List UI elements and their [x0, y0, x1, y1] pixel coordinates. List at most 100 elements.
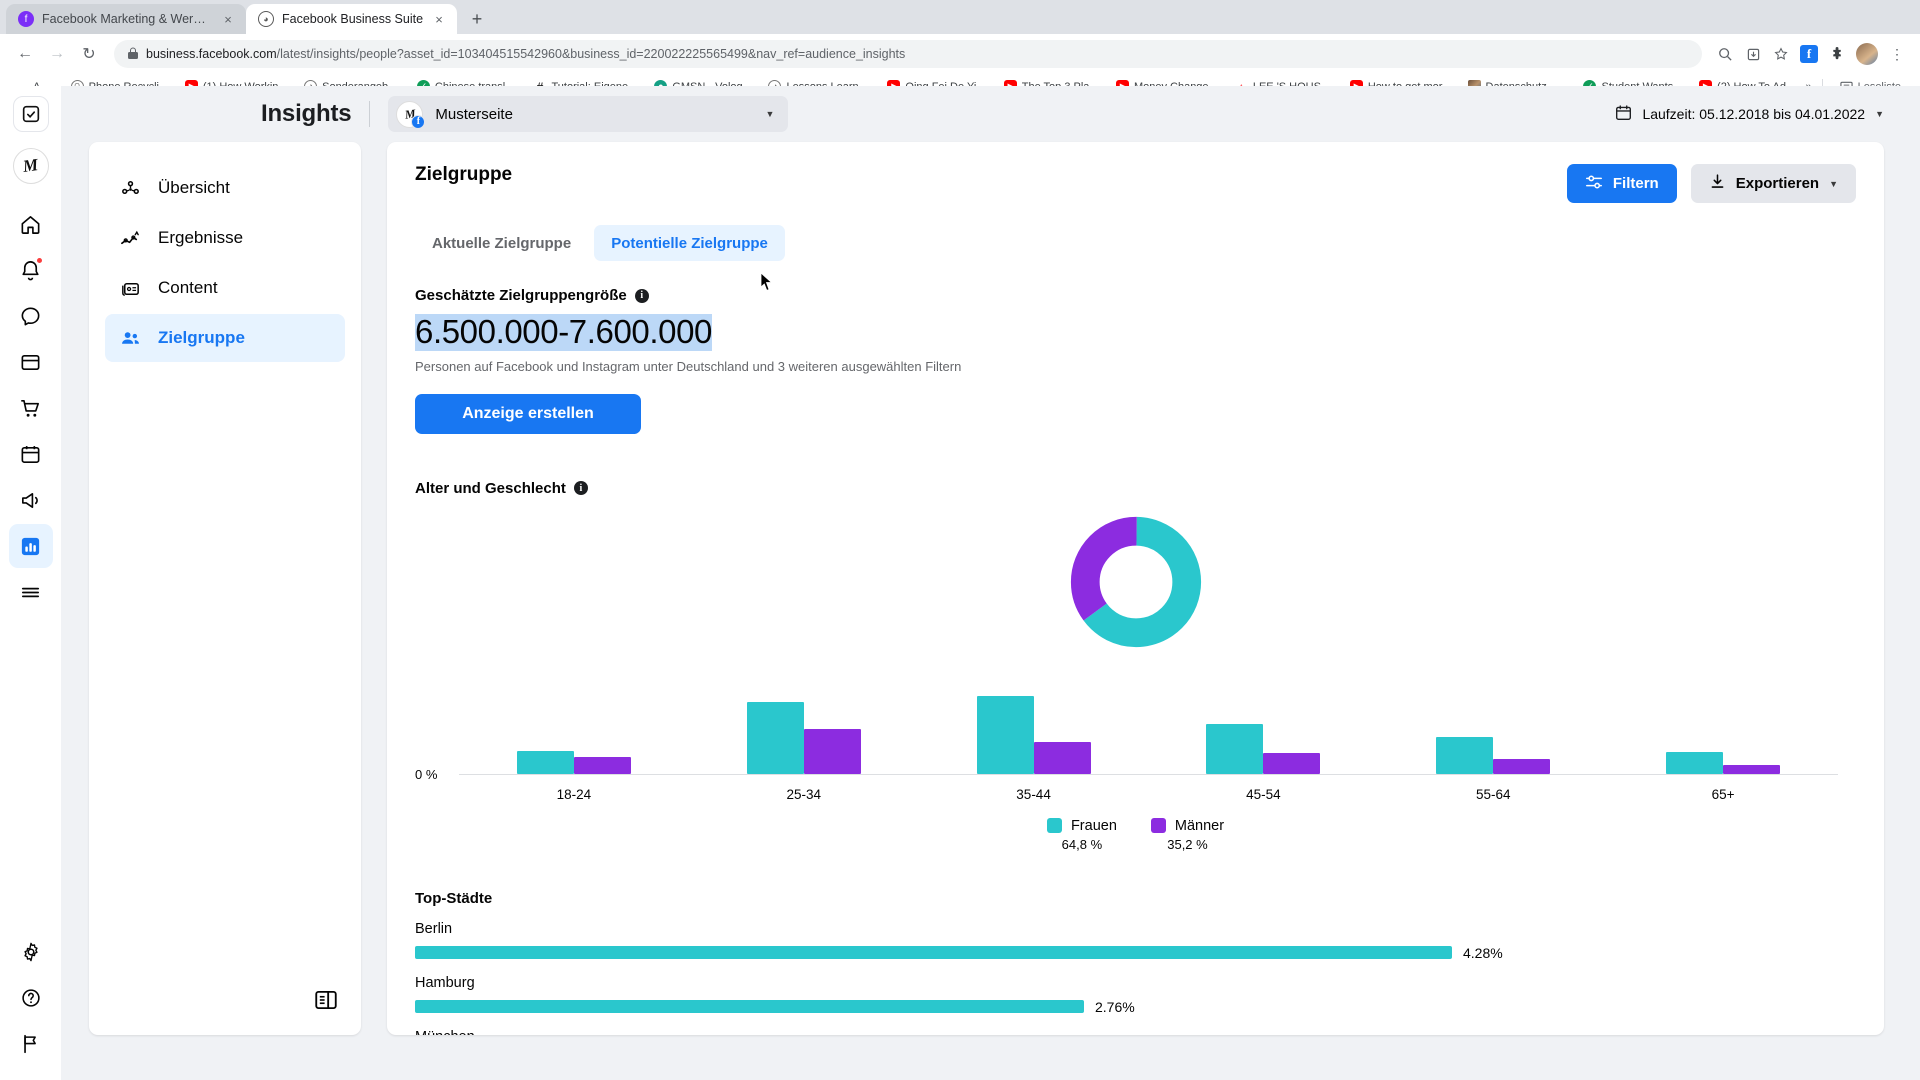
legend-swatch-frauen [1046, 818, 1062, 834]
content-column: Insights M f Musterseite ▼ Laufzeit: 05.… [61, 86, 1920, 1080]
browser-tab-1[interactable]: f Facebook Marketing & Werbea × [6, 4, 246, 34]
top-cities-section: Top-Städte Berlin 4.28% Hamburg 2.76% [415, 890, 1856, 1035]
legend-item-maenner: Männer 35,2 % [1150, 817, 1225, 852]
x-axis-labels: 18-24 25-34 35-44 45-54 55-64 65+ [415, 787, 1856, 802]
avatar[interactable]: M [12, 148, 49, 184]
page-selector[interactable]: M f Musterseite ▼ [388, 96, 789, 132]
top-bar: Insights M f Musterseite ▼ Laufzeit: 05.… [61, 86, 1920, 142]
page-avatar: M f [396, 100, 426, 129]
rail-item-posts[interactable] [9, 340, 53, 384]
chevron-down-icon: ▼ [1875, 109, 1884, 119]
city-name: Hamburg [415, 974, 475, 991]
tab-aktuelle-zielgruppe[interactable]: Aktuelle Zielgruppe [415, 225, 588, 261]
reload-icon[interactable]: ↻ [74, 39, 104, 69]
facebook-marketing-icon: f [18, 11, 34, 27]
rail-item-ads[interactable] [9, 478, 53, 522]
rail-item-all-tools[interactable] [9, 570, 53, 614]
browser-chrome: f Facebook Marketing & Werbea × ◕ Facebo… [0, 0, 1920, 100]
x-tick-label: 25-34 [786, 786, 821, 802]
age-gender-label-row: Alter und Geschlecht i [415, 480, 1856, 497]
bar-maenner [1723, 764, 1781, 774]
audience-panel: Zielgruppe Filtern Exportieren ▼ Aktuell… [387, 142, 1884, 1035]
main-region: Übersicht Ergebnisse Content Zielgruppe … [61, 142, 1920, 1080]
rail-item-home[interactable] [9, 202, 53, 246]
bar-frauen [1436, 736, 1494, 774]
new-tab-button[interactable]: + [463, 5, 491, 33]
sidebar-item-zielgruppe[interactable]: Zielgruppe [105, 314, 345, 362]
info-icon[interactable]: i [634, 288, 649, 303]
top-cities-label: Top-Städte [415, 889, 493, 907]
x-tick-label: 55-64 [1475, 786, 1511, 802]
bar-group [1148, 655, 1378, 774]
city-row: München [415, 1029, 1856, 1035]
rail-item-inbox[interactable] [9, 294, 53, 338]
date-range-label: Laufzeit: 05.12.2018 bis 04.01.2022 [1642, 106, 1866, 122]
tab-title: Facebook Business Suite [282, 12, 424, 26]
sidebar-item-content[interactable]: Content [105, 264, 345, 312]
bar-maenner [1033, 741, 1091, 774]
notification-badge [35, 257, 43, 264]
export-button[interactable]: Exportieren ▼ [1690, 164, 1856, 203]
bar-group [689, 655, 919, 774]
chevron-down-icon: ▼ [1829, 178, 1838, 189]
browser-tab-2[interactable]: ◕ Facebook Business Suite × [246, 4, 458, 34]
bar-frauen [1666, 751, 1724, 774]
filter-button[interactable]: Filtern [1566, 164, 1677, 203]
back-icon[interactable]: ← [10, 39, 40, 69]
bar-group [1378, 655, 1608, 774]
rail-item-notifications[interactable] [9, 248, 53, 292]
info-icon[interactable]: i [573, 481, 588, 496]
url-path: /latest/insights/people?asset_id=1034045… [276, 47, 906, 61]
x-tick-label: 45-54 [1246, 786, 1281, 802]
bar-maenner [1263, 752, 1321, 774]
rail-item-insights[interactable] [8, 524, 53, 568]
profile-avatar[interactable] [1856, 43, 1878, 65]
rail-item-planner[interactable] [9, 432, 53, 476]
collapse-panel-icon[interactable] [313, 987, 339, 1013]
business-suite-logo[interactable] [12, 96, 49, 132]
bookmark-star-icon[interactable] [1768, 41, 1794, 67]
content-cards-icon [119, 277, 142, 300]
filter-button-label: Filtern [1612, 175, 1659, 192]
audience-size-label: Geschätzte Zielgruppengröße [415, 287, 627, 304]
forward-icon[interactable]: → [42, 39, 72, 69]
audience-size-section: Geschätzte Zielgruppengröße i 6.500.000-… [415, 287, 1856, 434]
bar-maenner [573, 756, 631, 774]
rail-item-help[interactable] [9, 976, 53, 1020]
tab-strip: f Facebook Marketing & Werbea × ◕ Facebo… [0, 0, 1920, 34]
audience-size-label-row: Geschätzte Zielgruppengröße i [415, 287, 1856, 304]
sidebar-item-uebersicht[interactable]: Übersicht [105, 164, 345, 212]
zoom-icon[interactable] [1712, 41, 1738, 67]
city-value: 4.28% [1463, 944, 1503, 961]
chrome-menu-icon[interactable]: ⋮ [1884, 41, 1910, 67]
puzzle-extension-icon[interactable] [1824, 41, 1850, 67]
bar-groups [459, 655, 1838, 774]
city-row: Berlin 4.28% [415, 921, 1856, 961]
close-icon[interactable]: × [431, 11, 447, 27]
sidebar-item-ergebnisse[interactable]: Ergebnisse [105, 214, 345, 262]
sidebar-item-label: Ergebnisse [158, 228, 244, 247]
legend-swatch-maenner [1150, 818, 1166, 834]
tab-potentielle-zielgruppe[interactable]: Potentielle Zielgruppe [594, 225, 785, 261]
url-domain: business.facebook.com [146, 47, 277, 61]
rail-item-feedback[interactable] [9, 1022, 53, 1066]
divider [369, 101, 371, 127]
url-bar[interactable]: business.facebook.com/latest/insights/pe… [114, 40, 1702, 68]
create-ad-button[interactable]: Anzeige erstellen [415, 393, 641, 434]
install-icon[interactable] [1740, 41, 1766, 67]
facebook-extension-icon[interactable]: f [1796, 41, 1822, 67]
age-gender-bar-chart: 0 % [415, 655, 1856, 782]
rail-item-commerce[interactable] [9, 386, 53, 430]
bar-maenner [803, 728, 861, 774]
audience-size-note: Personen auf Facebook und Instagram unte… [415, 358, 962, 374]
close-icon[interactable]: × [220, 11, 236, 27]
city-name: München [415, 1029, 1856, 1035]
address-bar-row: ← → ↻ business.facebook.com/latest/insig… [0, 34, 1920, 74]
rail-item-settings[interactable] [9, 930, 53, 974]
date-range-selector[interactable]: Laufzeit: 05.12.2018 bis 04.01.2022 ▼ [1615, 104, 1884, 124]
legend-label-maenner: Männer [1174, 817, 1225, 834]
app-page: M Insights M f Musterseite ▼ Laufzeit: 0… [0, 86, 1920, 1080]
donut-svg [1070, 516, 1201, 648]
export-button-label: Exportieren [1735, 175, 1820, 192]
city-value: 2.76% [1095, 998, 1135, 1015]
